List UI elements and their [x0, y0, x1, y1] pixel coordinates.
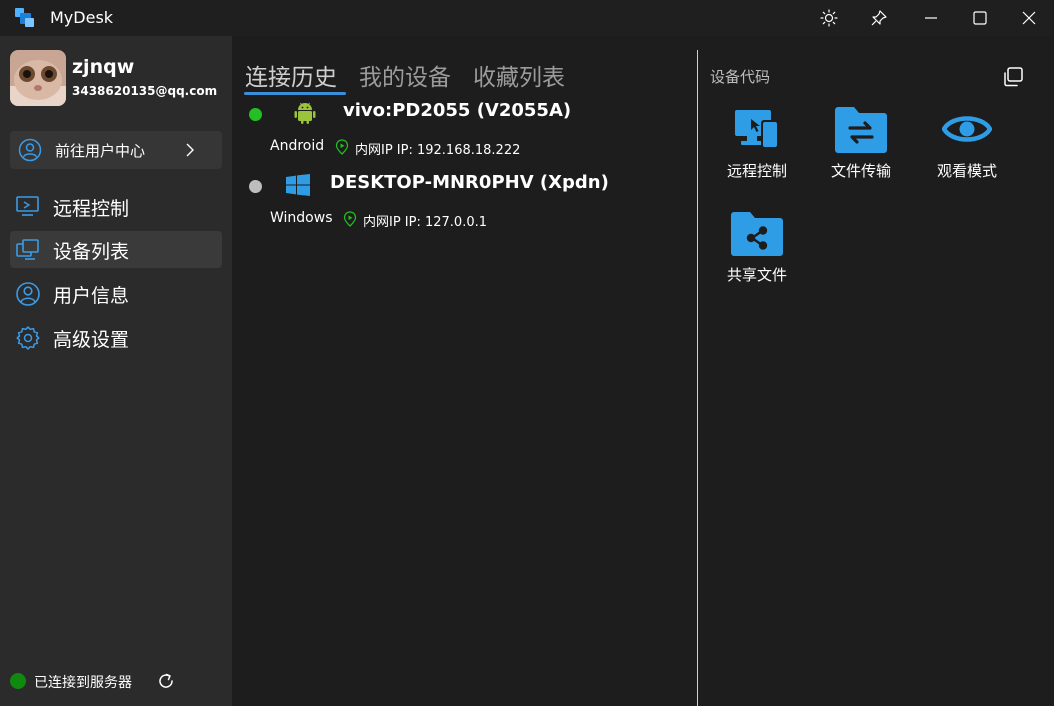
view-mode-button[interactable]: 观看模式	[922, 104, 1012, 194]
device-name: vivo:PD2055 (V2055A)	[343, 100, 572, 121]
minimize-icon	[925, 17, 937, 19]
active-tab-indicator	[244, 92, 346, 95]
list-item[interactable]: DESKTOP-MNR0PHV (Xpdn) Windows 内网IP IP: …	[232, 168, 698, 234]
action-label: 文件传输	[830, 162, 891, 180]
sidebar-item-label: 用户信息	[53, 285, 130, 307]
device-code-label: 设备代码	[710, 68, 771, 86]
user-email: 3438620135@qq.com	[72, 84, 218, 98]
sidebar-item-device-list[interactable]: 设备列表	[10, 231, 222, 268]
status-label: 已连接到服务器	[34, 675, 132, 691]
chevron-right-icon	[182, 141, 198, 163]
user-icon	[15, 281, 41, 311]
tab-my-devices[interactable]: 我的设备	[359, 58, 451, 92]
location-icon	[342, 211, 358, 231]
close-button[interactable]	[1012, 4, 1046, 32]
device-list-icon	[15, 237, 41, 265]
gear-icon	[15, 325, 41, 355]
device-list-panel: 连接历史 我的设备 收藏列表 vivo:PD2055 (V2055A) Andr…	[232, 36, 698, 706]
device-os: Windows	[270, 210, 333, 226]
username: zjnqw	[72, 56, 135, 78]
windows-icon	[286, 174, 310, 200]
device-detail-panel: 设备代码 远程控制 文件传输 观看模式 共享文件	[698, 36, 1054, 706]
refresh-icon[interactable]	[156, 671, 176, 695]
action-label: 共享文件	[726, 266, 787, 284]
avatar[interactable]	[10, 50, 66, 106]
remote-desktop-icon	[15, 194, 41, 222]
sidebar-item-label: 设备列表	[53, 241, 130, 263]
location-icon	[334, 139, 350, 159]
sidebar-item-user-info[interactable]: 用户信息	[10, 275, 222, 312]
user-center-label: 前往用户中心	[55, 142, 146, 160]
maximize-button[interactable]	[963, 4, 997, 32]
file-transfer-button[interactable]: 文件传输	[816, 104, 906, 194]
action-label: 远程控制	[726, 162, 787, 180]
tab-connection-history[interactable]: 连接历史	[245, 58, 337, 92]
sidebar-item-advanced-settings[interactable]: 高级设置	[10, 319, 222, 356]
maximize-icon	[973, 11, 987, 25]
device-ip: 内网IP IP: 192.168.18.222	[355, 143, 521, 158]
sidebar-item-label: 高级设置	[53, 329, 130, 351]
app-title: MyDesk	[50, 8, 114, 27]
file-transfer-icon	[816, 104, 906, 154]
android-icon	[294, 100, 316, 128]
close-icon	[1022, 11, 1036, 25]
copy-icon[interactable]	[1002, 66, 1024, 92]
action-label: 观看模式	[936, 162, 997, 180]
status-indicator	[10, 673, 26, 689]
sidebar-item-label: 远程控制	[53, 198, 130, 220]
online-status-dot	[249, 108, 262, 121]
tab-favorites[interactable]: 收藏列表	[473, 58, 565, 92]
user-circle-icon	[18, 138, 42, 166]
device-ip: 内网IP IP: 127.0.0.1	[363, 215, 488, 230]
share-file-icon	[712, 208, 802, 258]
view-mode-icon	[922, 104, 1012, 154]
remote-control-icon	[712, 104, 802, 154]
sun-icon	[820, 9, 838, 27]
sidebar-item-remote-control[interactable]: 远程控制	[10, 188, 222, 225]
share-file-button[interactable]: 共享文件	[712, 208, 802, 298]
pin-icon	[871, 10, 887, 26]
pin-button[interactable]	[862, 4, 896, 32]
remote-control-button[interactable]: 远程控制	[712, 104, 802, 194]
list-item[interactable]: vivo:PD2055 (V2055A) Android 内网IP IP: 19…	[232, 96, 698, 162]
device-os: Android	[270, 138, 325, 154]
sidebar: zjnqw 3438620135@qq.com 前往用户中心 远程控制 设备列表…	[0, 36, 232, 706]
app-logo-icon	[14, 7, 36, 29]
minimize-button[interactable]	[914, 4, 948, 32]
device-name: DESKTOP-MNR0PHV (Xpdn)	[330, 172, 609, 193]
offline-status-dot	[249, 180, 262, 193]
title-bar: MyDesk	[0, 0, 1054, 36]
connection-status: 已连接到服务器	[10, 670, 220, 694]
user-center-button[interactable]: 前往用户中心	[10, 131, 222, 169]
theme-toggle-button[interactable]	[812, 4, 846, 32]
